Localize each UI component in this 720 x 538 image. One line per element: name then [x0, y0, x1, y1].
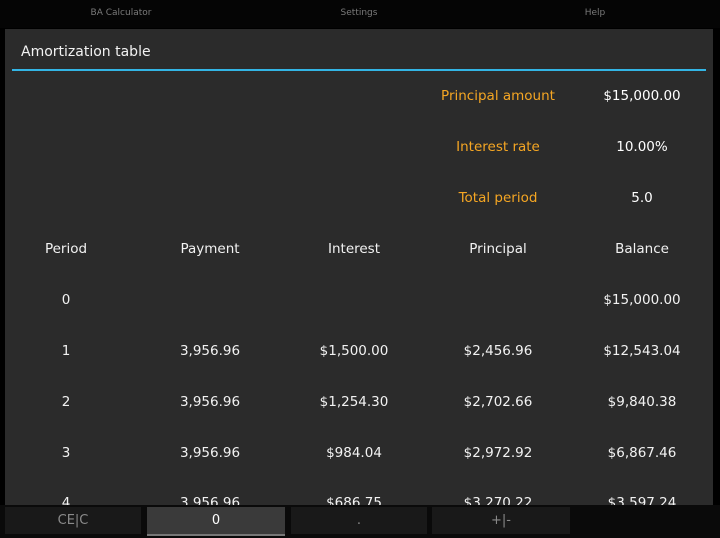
total-period-label: Total period	[458, 190, 538, 206]
interest-rate-value: 10.00%	[616, 139, 668, 155]
table-cell-interest: $686.75	[326, 495, 382, 505]
principal-amount-label: Principal amount	[441, 88, 555, 104]
column-header-balance: Balance	[615, 241, 669, 257]
table-cell-payment: 3,956.96	[179, 394, 241, 410]
digit-zero-button[interactable]: 0	[147, 507, 285, 536]
column-header-period: Period	[44, 241, 88, 257]
table-cell-period: 3	[61, 445, 71, 461]
table-cell-period: 2	[61, 394, 71, 410]
table-cell-balance: $9,840.38	[607, 394, 677, 410]
table-cell-payment: 3,956.96	[179, 343, 241, 359]
table-cell-payment: 3,956.96	[179, 495, 241, 505]
principal-amount-value: $15,000.00	[603, 88, 681, 104]
table-cell-principal: $2,456.96	[463, 343, 533, 359]
column-header-principal: Principal	[469, 241, 527, 257]
top-menu-bar: BA Calculator Settings Help	[0, 0, 720, 28]
column-header-payment: Payment	[180, 241, 240, 257]
table-cell-period: 4	[61, 495, 71, 505]
interest-rate-label: Interest rate	[456, 139, 540, 155]
title-divider	[12, 69, 706, 71]
amortization-dialog: Amortization table Principal amount $15,…	[5, 29, 713, 505]
table-cell-principal: $2,702.66	[463, 394, 533, 410]
table-cell-interest: $1,500.00	[319, 343, 389, 359]
decimal-point-button[interactable]: .	[291, 507, 427, 534]
column-header-interest: Interest	[327, 241, 381, 257]
total-period-value: 5.0	[631, 190, 653, 206]
dialog-title: Amortization table	[21, 44, 151, 60]
table-cell-balance: $6,867.46	[607, 445, 677, 461]
table-cell-payment: 3,956.96	[179, 445, 241, 461]
keypad: CE|C 0 . +|-	[0, 505, 720, 538]
sign-toggle-button[interactable]: +|-	[432, 507, 570, 534]
table-cell-balance: $15,000.00	[603, 292, 681, 308]
table-cell-balance: $12,543.04	[603, 343, 681, 359]
clear-entry-button[interactable]: CE|C	[5, 507, 141, 534]
table-cell-interest: $984.04	[326, 445, 382, 461]
table-cell-period: 0	[61, 292, 71, 308]
table-cell-period: 1	[61, 343, 71, 359]
table-cell-interest: $1,254.30	[319, 394, 389, 410]
menu-ba-calculator[interactable]: BA Calculator	[91, 8, 152, 18]
table-cell-principal: $2,972.92	[463, 445, 533, 461]
menu-settings[interactable]: Settings	[341, 8, 378, 18]
table-cell-balance: $3,597.24	[607, 495, 677, 505]
table-cell-principal: $3,270.22	[463, 495, 533, 505]
menu-help[interactable]: Help	[585, 8, 606, 18]
